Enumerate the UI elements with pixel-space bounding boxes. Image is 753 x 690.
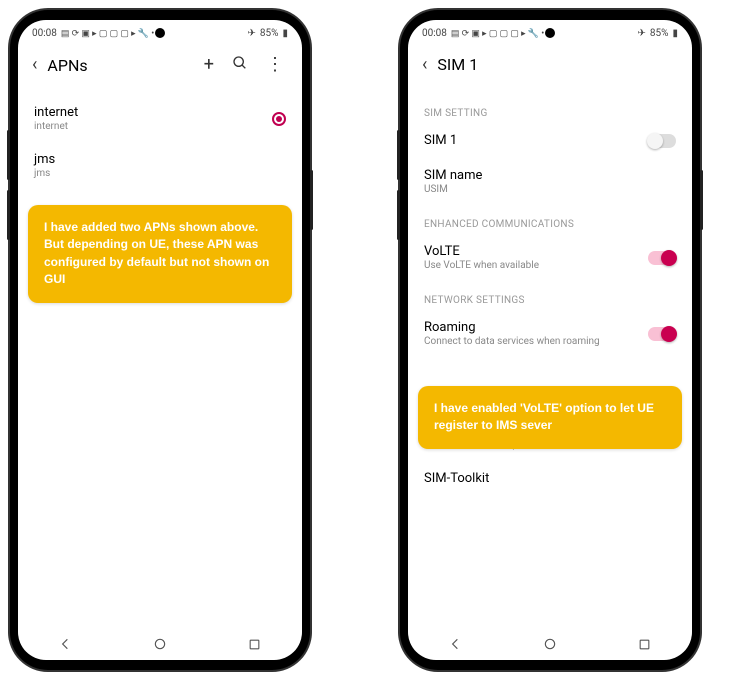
apn-name: jms (34, 152, 286, 167)
back-icon[interactable]: ‹ (422, 56, 427, 74)
nav-recent-icon[interactable] (637, 636, 653, 652)
page-title: SIM 1 (437, 55, 678, 74)
camera-notch (545, 28, 555, 38)
roaming-toggle[interactable] (648, 327, 676, 341)
volume-up-button[interactable] (7, 130, 10, 180)
sim1-toggle[interactable] (648, 134, 676, 148)
battery-icon: ▮ (282, 28, 288, 39)
sim-toolkit-row[interactable]: SIM-Toolkit (408, 461, 692, 496)
section-sim-setting: SIM SETTING (408, 94, 692, 123)
header: ‹ SIM 1 (408, 43, 692, 86)
apn-item-jms[interactable]: jms jms (18, 142, 302, 189)
sim-name-label: SIM name (424, 168, 676, 183)
battery-pct: 85% (260, 28, 279, 39)
section-enhanced: ENHANCED COMMUNICATIONS (408, 205, 692, 234)
volte-row[interactable]: VoLTE Use VoLTE when available (408, 234, 692, 281)
airplane-icon: ✈ (638, 28, 646, 39)
search-icon[interactable] (232, 55, 248, 75)
roaming-sub: Connect to data services when roaming (424, 336, 648, 347)
roaming-label: Roaming (424, 320, 648, 335)
screen-left: 00:08 ▤ ⟳ ▣ ▸ ▢ ▢ ▢ ▸ 🔧 • ✈ 85% ▮ ‹ APNs… (18, 20, 302, 660)
volte-toggle[interactable] (648, 251, 676, 265)
apn-item-internet[interactable]: internet internet (18, 95, 302, 142)
camera-notch (155, 28, 165, 38)
volte-label: VoLTE (424, 244, 648, 259)
header: ‹ APNs + ⋮ (18, 43, 302, 87)
nav-bar (408, 626, 692, 660)
nav-back-icon[interactable] (57, 636, 73, 652)
volume-up-button[interactable] (397, 130, 400, 180)
status-notif-icons: ▤ ⟳ ▣ ▸ ▢ ▢ ▢ ▸ 🔧 • (61, 29, 154, 39)
battery-icon: ▮ (672, 28, 678, 39)
sim-toolkit-label: SIM-Toolkit (424, 471, 676, 486)
volume-down-button[interactable] (7, 190, 10, 240)
battery-pct: 85% (650, 28, 669, 39)
annotation-callout: I have added two APNs shown above. But d… (28, 205, 292, 303)
nav-back-icon[interactable] (447, 636, 463, 652)
sim1-label: SIM 1 (424, 133, 648, 148)
page-title: APNs (47, 56, 193, 75)
sim-name-value: USIM (424, 184, 676, 195)
settings-list: SIM SETTING SIM 1 SIM name USIM ENHANCED… (408, 86, 692, 626)
nav-home-icon[interactable] (152, 636, 168, 652)
back-icon[interactable]: ‹ (32, 56, 37, 74)
apn-radio[interactable] (272, 112, 286, 126)
volte-sub: Use VoLTE when available (424, 260, 648, 271)
apn-name: internet (34, 105, 272, 120)
power-button[interactable] (700, 170, 703, 230)
apn-list: internet internet jms jms I have added t… (18, 87, 302, 626)
roaming-row[interactable]: Roaming Connect to data services when ro… (408, 310, 692, 357)
airplane-icon: ✈ (248, 28, 256, 39)
annotation-callout: I have enabled 'VoLTE' option to let UE … (418, 386, 682, 449)
nav-home-icon[interactable] (542, 636, 558, 652)
phone-frame-left: 00:08 ▤ ⟳ ▣ ▸ ▢ ▢ ▢ ▸ 🔧 • ✈ 85% ▮ ‹ APNs… (10, 10, 310, 670)
nav-bar (18, 626, 302, 660)
apn-detail: jms (34, 168, 286, 179)
sim-name-row[interactable]: SIM name USIM (408, 158, 692, 205)
phone-frame-right: 00:08 ▤ ⟳ ▣ ▸ ▢ ▢ ▢ ▸ 🔧 • ✈ 85% ▮ ‹ SIM … (400, 10, 700, 670)
volume-down-button[interactable] (397, 190, 400, 240)
sim1-row[interactable]: SIM 1 (408, 123, 692, 158)
status-time: 00:08 (32, 28, 57, 39)
status-notif-icons: ▤ ⟳ ▣ ▸ ▢ ▢ ▢ ▸ 🔧 • (451, 29, 544, 39)
apn-detail: internet (34, 121, 272, 132)
more-icon[interactable]: ⋮ (266, 56, 284, 74)
status-time: 00:08 (422, 28, 447, 39)
screen-right: 00:08 ▤ ⟳ ▣ ▸ ▢ ▢ ▢ ▸ 🔧 • ✈ 85% ▮ ‹ SIM … (408, 20, 692, 660)
nav-recent-icon[interactable] (247, 636, 263, 652)
section-network: NETWORK SETTINGS (408, 281, 692, 310)
power-button[interactable] (310, 170, 313, 230)
add-icon[interactable]: + (204, 56, 214, 74)
